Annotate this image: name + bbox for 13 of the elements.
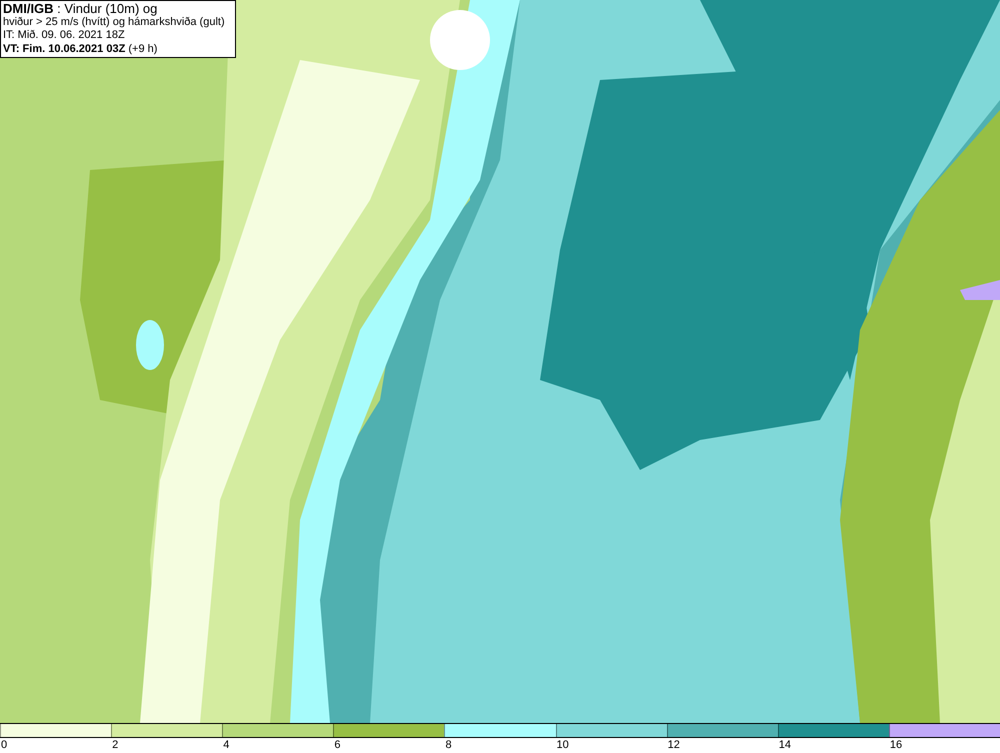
legend-label: 2: [112, 738, 118, 752]
legend-label: 8: [445, 738, 452, 752]
legend-label: 14: [778, 738, 792, 752]
caption-line: VT: Fim. 10.06.2021 03Z (+9 h): [3, 42, 158, 56]
caption-line: hviður > 25 m/s (hvítt) og hámarkshviða (gult): [3, 16, 226, 29]
legend-label: 12: [668, 738, 680, 752]
legend-label: 0: [1, 738, 8, 752]
caption-line: IT: Mið. 09. 06. 2021 18Z: [3, 29, 126, 42]
legend-label: 16: [890, 738, 902, 752]
legend-label: 10: [556, 738, 569, 752]
legend-label: 6: [334, 738, 340, 752]
caption-title: DMI/IGB : Vindur (10m) og: [3, 2, 158, 16]
legend-label: 4: [223, 738, 230, 752]
